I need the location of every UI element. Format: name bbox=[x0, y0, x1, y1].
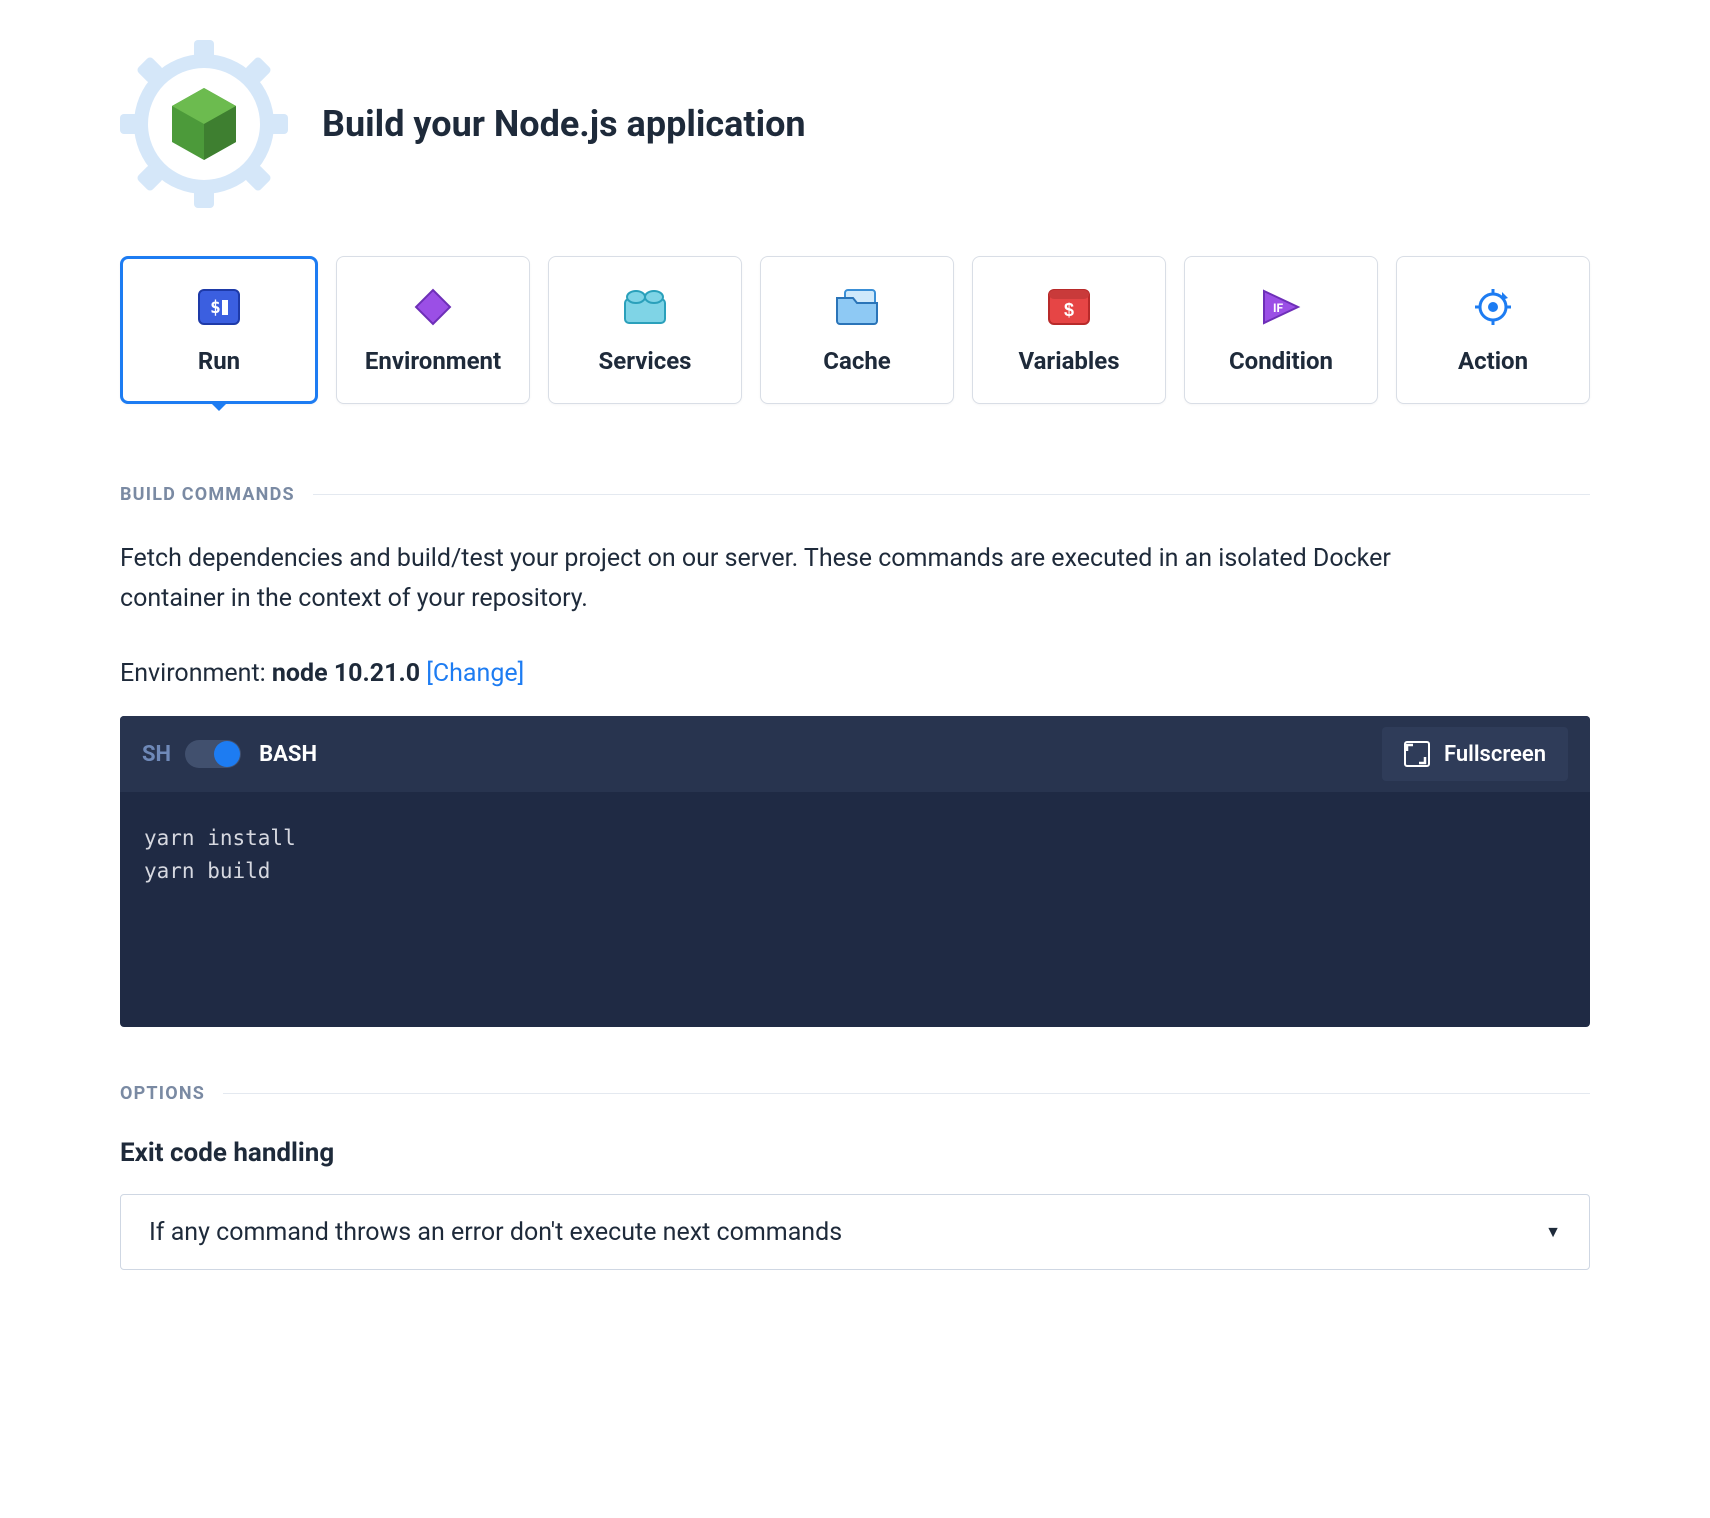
container-icon bbox=[623, 285, 667, 329]
nodejs-gear-icon bbox=[120, 40, 288, 208]
gear-action-icon bbox=[1471, 285, 1515, 329]
editor-toolbar: SH BASH Fullscreen bbox=[120, 716, 1590, 792]
tab-environment[interactable]: Environment bbox=[336, 256, 530, 404]
svg-text:$: $ bbox=[1064, 300, 1074, 320]
environment-line: Environment: node 10.21.0 [Change] bbox=[120, 659, 1590, 688]
options-heading: OPTIONS bbox=[120, 1083, 1590, 1104]
command-editor: SH BASH Fullscreen yarn install yarn bui… bbox=[120, 716, 1590, 1027]
tab-label: Services bbox=[598, 347, 691, 375]
tab-label: Cache bbox=[823, 347, 890, 375]
tab-variables[interactable]: $ Variables bbox=[972, 256, 1166, 404]
section-title: BUILD COMMANDS bbox=[120, 484, 295, 505]
config-tabs: $ Run Environment Services bbox=[120, 256, 1590, 404]
environment-value: node 10.21.0 bbox=[272, 659, 420, 688]
change-environment-link[interactable]: [Change] bbox=[426, 659, 524, 688]
tab-label: Environment bbox=[365, 347, 501, 375]
folder-icon bbox=[835, 285, 879, 329]
divider bbox=[223, 1093, 1590, 1094]
editor-textarea[interactable]: yarn install yarn build bbox=[120, 792, 1590, 1027]
build-commands-description: Fetch dependencies and build/test your p… bbox=[120, 539, 1480, 619]
divider bbox=[313, 494, 1590, 495]
fullscreen-icon bbox=[1404, 741, 1430, 767]
svg-text:$: $ bbox=[210, 297, 221, 318]
tab-label: Condition bbox=[1229, 347, 1333, 375]
tab-run[interactable]: $ Run bbox=[120, 256, 318, 404]
shell-bash-label: BASH bbox=[259, 742, 317, 767]
build-commands-heading: BUILD COMMANDS bbox=[120, 484, 1590, 505]
chevron-down-icon: ▼ bbox=[1545, 1222, 1561, 1242]
variable-icon: $ bbox=[1047, 285, 1091, 329]
fullscreen-button[interactable]: Fullscreen bbox=[1382, 727, 1568, 781]
tab-label: Run bbox=[198, 347, 240, 375]
tab-label: Action bbox=[1458, 347, 1528, 375]
tab-action[interactable]: Action bbox=[1396, 256, 1590, 404]
fullscreen-label: Fullscreen bbox=[1444, 742, 1546, 767]
tab-cache[interactable]: Cache bbox=[760, 256, 954, 404]
terminal-icon: $ bbox=[197, 285, 241, 329]
page-header: Build your Node.js application bbox=[120, 40, 1590, 208]
environment-label: Environment: bbox=[120, 659, 272, 688]
diamond-icon bbox=[411, 285, 455, 329]
select-value: If any command throws an error don't exe… bbox=[149, 1218, 842, 1247]
page-title: Build your Node.js application bbox=[322, 103, 806, 145]
exit-code-handling-select[interactable]: If any command throws an error don't exe… bbox=[120, 1194, 1590, 1270]
svg-text:IF: IF bbox=[1273, 301, 1284, 315]
tab-label: Variables bbox=[1018, 347, 1119, 375]
exit-code-handling-heading: Exit code handling bbox=[120, 1138, 1590, 1168]
shell-toggle[interactable] bbox=[185, 740, 241, 768]
tab-condition[interactable]: IF Condition bbox=[1184, 256, 1378, 404]
tab-services[interactable]: Services bbox=[548, 256, 742, 404]
play-if-icon: IF bbox=[1259, 285, 1303, 329]
shell-sh-label: SH bbox=[142, 742, 171, 767]
section-title: OPTIONS bbox=[120, 1083, 205, 1104]
